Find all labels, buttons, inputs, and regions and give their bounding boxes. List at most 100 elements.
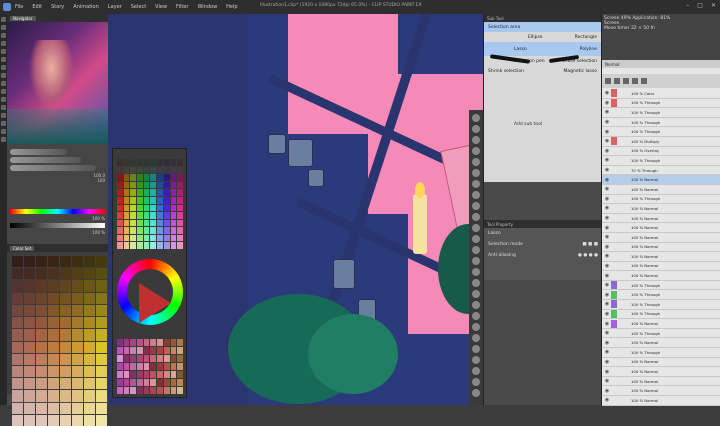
layer-row[interactable]: ◉ 100 % Normal: [602, 243, 720, 253]
color-swatch[interactable]: [170, 212, 177, 219]
color-swatch[interactable]: [60, 329, 71, 341]
color-swatch[interactable]: [117, 189, 123, 196]
color-swatch[interactable]: [157, 212, 163, 219]
quick-access-button[interactable]: [472, 378, 480, 386]
color-swatch[interactable]: [130, 234, 137, 242]
color-swatch[interactable]: [170, 379, 177, 386]
color-swatch[interactable]: [170, 347, 177, 354]
color-swatch[interactable]: [170, 174, 177, 181]
layer-row[interactable]: ◉ 100 % Normal: [602, 223, 720, 233]
color-swatch[interactable]: [123, 379, 130, 386]
color-swatch[interactable]: [177, 234, 183, 242]
color-swatch[interactable]: [60, 317, 71, 329]
brush-size-preset[interactable]: [10, 157, 82, 163]
color-swatch[interactable]: [117, 339, 123, 346]
color-swatch[interactable]: [72, 414, 83, 426]
quick-access-button[interactable]: [472, 114, 480, 122]
color-swatch[interactable]: [36, 329, 47, 341]
color-swatch[interactable]: [72, 353, 83, 365]
color-swatch[interactable]: [150, 371, 157, 378]
color-swatch[interactable]: [170, 234, 177, 242]
color-swatch[interactable]: [157, 227, 163, 234]
color-swatch[interactable]: [170, 189, 177, 196]
tool-icon[interactable]: [1, 41, 6, 46]
color-swatch[interactable]: [150, 347, 157, 354]
eye-icon[interactable]: ◉: [603, 377, 611, 385]
color-swatch[interactable]: [143, 219, 150, 227]
eye-icon[interactable]: ◉: [603, 300, 611, 308]
eye-icon[interactable]: ◉: [603, 339, 611, 347]
color-swatch[interactable]: [163, 174, 170, 181]
color-swatch[interactable]: [117, 242, 123, 249]
color-swatch[interactable]: [177, 387, 183, 394]
color-swatch[interactable]: [24, 256, 35, 268]
color-swatch[interactable]: [60, 390, 71, 402]
color-swatch[interactable]: [72, 390, 83, 402]
color-swatch[interactable]: [123, 234, 130, 242]
eye-icon[interactable]: ◉: [603, 176, 611, 184]
color-swatch[interactable]: [130, 227, 137, 234]
color-swatch[interactable]: [130, 242, 137, 249]
color-swatch[interactable]: [84, 414, 95, 426]
layer-row[interactable]: ◉ 100 % Normal: [602, 214, 720, 224]
color-swatch[interactable]: [130, 371, 137, 378]
color-swatch[interactable]: [143, 387, 150, 394]
color-swatch[interactable]: [137, 181, 143, 189]
color-swatch[interactable]: [24, 402, 35, 414]
color-swatch[interactable]: [177, 212, 183, 219]
new-folder-icon[interactable]: [614, 78, 620, 84]
color-swatch[interactable]: [12, 378, 23, 390]
quick-access-button[interactable]: [472, 312, 480, 320]
color-swatch[interactable]: [84, 268, 95, 280]
color-swatch[interactable]: [12, 341, 23, 353]
color-swatch[interactable]: [123, 371, 130, 378]
color-swatch[interactable]: [60, 353, 71, 365]
tab-tool-property[interactable]: Tool Property: [487, 222, 513, 227]
tool-icon[interactable]: [1, 33, 6, 38]
sub-tool-selection-area[interactable]: Selection area: [484, 22, 601, 32]
eye-icon[interactable]: ◉: [603, 262, 611, 270]
quick-access-button[interactable]: [472, 345, 480, 353]
quick-access-button[interactable]: [472, 180, 480, 188]
color-swatch[interactable]: [150, 242, 157, 249]
color-swatch[interactable]: [157, 181, 163, 189]
color-swatch[interactable]: [123, 227, 130, 234]
color-swatch[interactable]: [72, 256, 83, 268]
color-swatch[interactable]: [48, 329, 59, 341]
color-swatch[interactable]: [96, 402, 107, 414]
sub-tool-ellipse[interactable]: Ellipse Rectangle: [484, 32, 601, 42]
color-swatch[interactable]: [163, 242, 170, 249]
color-swatch[interactable]: [157, 204, 163, 212]
color-swatch[interactable]: [150, 159, 157, 166]
color-swatch[interactable]: [12, 353, 23, 365]
color-swatch[interactable]: [170, 355, 177, 362]
color-swatch[interactable]: [117, 371, 123, 378]
color-swatch[interactable]: [84, 280, 95, 292]
color-swatch[interactable]: [163, 347, 170, 354]
color-swatch[interactable]: [72, 378, 83, 390]
color-swatch[interactable]: [137, 363, 143, 370]
tool-icon[interactable]: [1, 81, 6, 86]
color-swatch[interactable]: [12, 390, 23, 402]
color-swatch[interactable]: [163, 355, 170, 362]
color-swatch[interactable]: [157, 371, 163, 378]
quick-access-button[interactable]: [472, 334, 480, 342]
color-swatch[interactable]: [96, 268, 107, 280]
color-swatch[interactable]: [163, 204, 170, 212]
color-swatch[interactable]: [60, 402, 71, 414]
color-swatch[interactable]: [143, 189, 150, 196]
color-swatch[interactable]: [60, 365, 71, 378]
color-swatch[interactable]: [130, 387, 137, 394]
color-swatch[interactable]: [123, 189, 130, 196]
eye-icon[interactable]: ◉: [603, 281, 611, 289]
color-swatch[interactable]: [12, 329, 23, 341]
color-swatch[interactable]: [137, 189, 143, 196]
color-swatch[interactable]: [117, 347, 123, 354]
color-swatch[interactable]: [96, 353, 107, 365]
color-swatch[interactable]: [163, 227, 170, 234]
color-swatch[interactable]: [177, 174, 183, 181]
color-swatch[interactable]: [170, 204, 177, 212]
color-swatch[interactable]: [163, 159, 170, 166]
color-swatch[interactable]: [60, 341, 71, 353]
color-swatch[interactable]: [123, 174, 130, 181]
